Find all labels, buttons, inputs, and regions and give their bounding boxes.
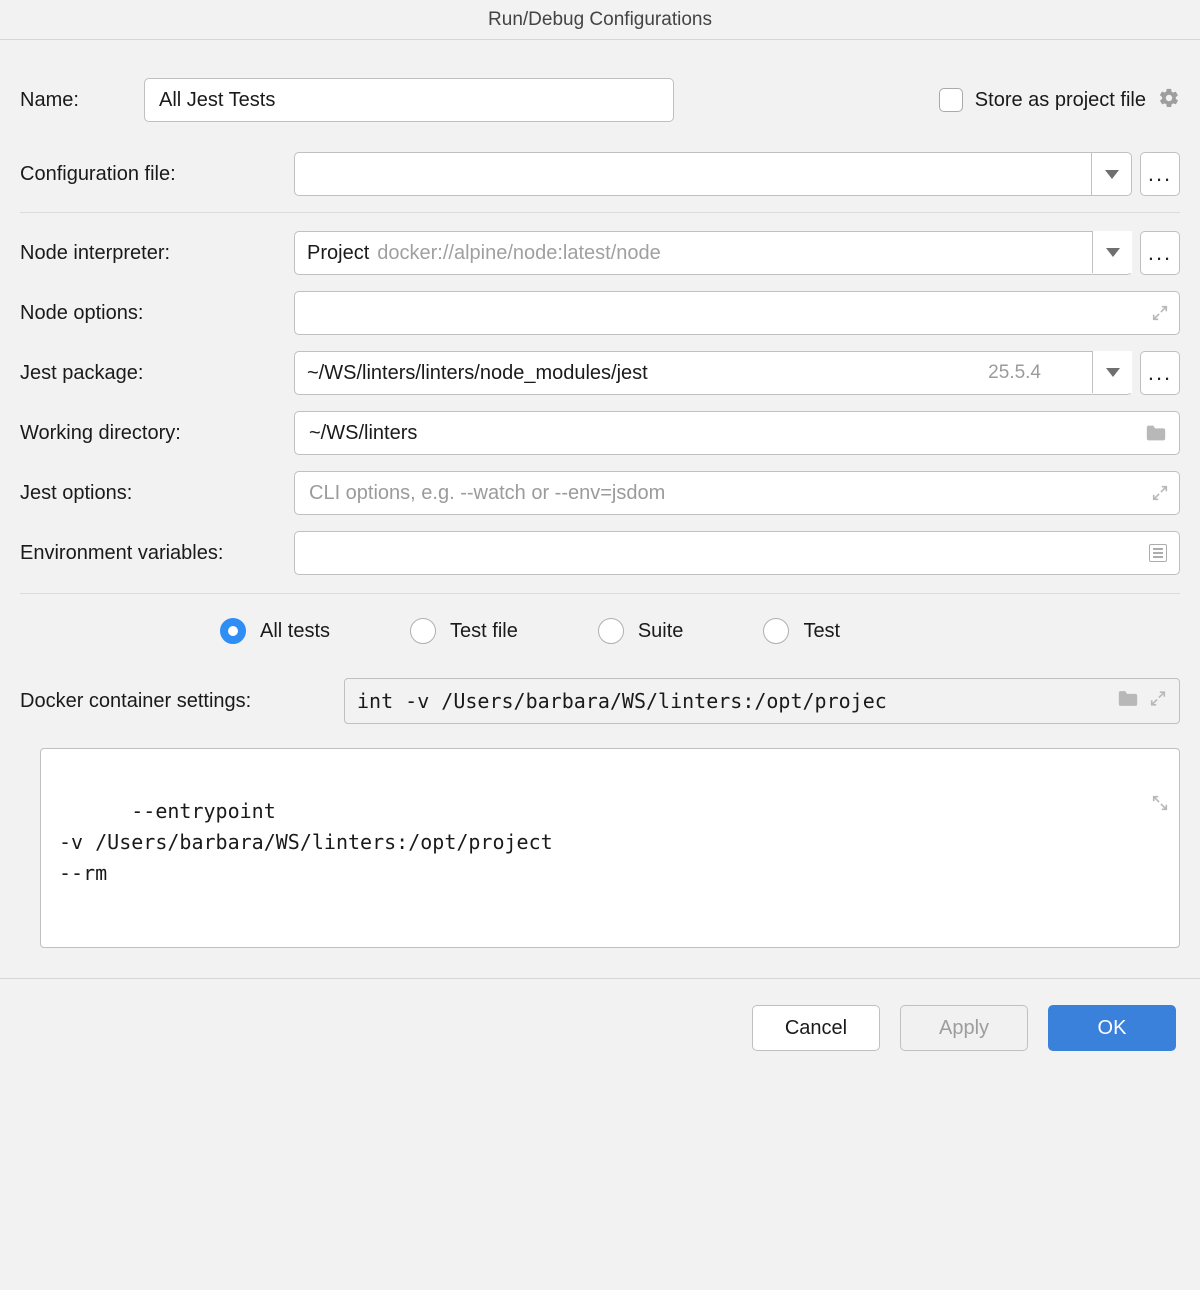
apply-button[interactable]: Apply	[900, 1005, 1028, 1051]
radio-dot-icon	[763, 618, 789, 644]
window-title: Run/Debug Configurations	[0, 0, 1200, 40]
radio-test-file[interactable]: Test file	[410, 618, 518, 644]
jest-package-browse-button[interactable]: ...	[1140, 351, 1180, 395]
store-as-project-file-checkbox[interactable]	[939, 88, 963, 112]
radio-dot-icon	[410, 618, 436, 644]
config-file-input[interactable]	[307, 162, 1083, 187]
run-debug-config-window: Run/Debug Configurations Name: Store as …	[0, 0, 1200, 1077]
ok-button[interactable]: OK	[1048, 1005, 1176, 1051]
jest-options-input-wrapper	[294, 471, 1180, 515]
dialog-footer: Cancel Apply OK	[0, 978, 1200, 1077]
jest-package-select[interactable]: ~/WS/linters/linters/node_modules/jest 2…	[294, 351, 1132, 395]
config-file-browse-button[interactable]: ...	[1140, 152, 1180, 196]
jest-options-input[interactable]	[307, 472, 1167, 514]
config-file-label: Configuration file:	[20, 163, 280, 186]
node-options-input[interactable]	[307, 292, 1167, 334]
jest-options-label: Jest options:	[20, 482, 280, 505]
docker-settings-label: Docker container settings:	[20, 690, 330, 713]
radio-test-label: Test	[803, 620, 840, 643]
radio-dot-icon	[598, 618, 624, 644]
jest-package-label: Jest package:	[20, 362, 280, 385]
node-options-input-wrapper	[294, 291, 1180, 335]
folder-icon[interactable]	[1117, 689, 1139, 714]
docker-settings-row: Docker container settings: int -v /Users…	[20, 678, 1180, 724]
collapse-icon[interactable]	[1055, 759, 1169, 852]
jest-package-version: 25.5.4	[988, 362, 1085, 384]
folder-icon[interactable]	[1145, 423, 1167, 443]
radio-test-file-label: Test file	[450, 620, 518, 643]
docker-settings-field[interactable]: int -v /Users/barbara/WS/linters:/opt/pr…	[344, 678, 1180, 724]
docker-settings-value: int -v /Users/barbara/WS/linters:/opt/pr…	[357, 689, 887, 713]
separator	[20, 212, 1180, 213]
name-label: Name:	[20, 89, 130, 112]
config-file-row: Configuration file: ...	[20, 152, 1180, 196]
node-interpreter-browse-button[interactable]: ...	[1140, 231, 1180, 275]
list-edit-icon[interactable]	[1141, 544, 1167, 562]
store-as-project-file-label: Store as project file	[975, 89, 1146, 112]
name-input[interactable]	[157, 79, 661, 121]
node-interpreter-row: Node interpreter: Project docker://alpin…	[20, 231, 1180, 275]
radio-suite[interactable]: Suite	[598, 618, 684, 644]
node-interpreter-prefix: Project	[307, 242, 369, 265]
working-dir-label: Working directory:	[20, 422, 280, 445]
cancel-button[interactable]: Cancel	[752, 1005, 880, 1051]
node-options-row: Node options:	[20, 291, 1180, 335]
working-dir-input[interactable]	[307, 412, 1167, 454]
node-interpreter-label: Node interpreter:	[20, 242, 280, 265]
working-dir-row: Working directory:	[20, 411, 1180, 455]
node-interpreter-path: docker://alpine/node:latest/node	[377, 242, 661, 265]
separator	[20, 593, 1180, 594]
jest-package-path: ~/WS/linters/linters/node_modules/jest	[307, 362, 648, 385]
env-vars-row: Environment variables:	[20, 531, 1180, 575]
env-vars-label: Environment variables:	[20, 542, 280, 565]
jest-options-row: Jest options:	[20, 471, 1180, 515]
chevron-down-icon[interactable]	[1092, 152, 1132, 196]
chevron-down-icon[interactable]	[1092, 231, 1132, 273]
config-file-combobox[interactable]	[294, 152, 1132, 196]
env-vars-input[interactable]	[307, 532, 1167, 574]
name-row: Name: Store as project file	[20, 78, 1180, 122]
radio-suite-label: Suite	[638, 620, 684, 643]
env-vars-input-wrapper	[294, 531, 1180, 575]
docker-settings-expanded[interactable]: --entrypoint -v /Users/barbara/WS/linter…	[40, 748, 1180, 948]
jest-package-row: Jest package: ~/WS/linters/linters/node_…	[20, 351, 1180, 395]
name-input-wrapper	[144, 78, 674, 122]
radio-all-tests-label: All tests	[260, 620, 330, 643]
node-interpreter-select[interactable]: Project docker://alpine/node:latest/node	[294, 231, 1132, 275]
radio-all-tests[interactable]: All tests	[220, 618, 330, 644]
expand-icon[interactable]	[1149, 689, 1167, 714]
docker-settings-expanded-text: --entrypoint -v /Users/barbara/WS/linter…	[59, 799, 553, 885]
gear-icon[interactable]	[1158, 87, 1180, 113]
radio-dot-icon	[220, 618, 246, 644]
chevron-down-icon[interactable]	[1092, 351, 1132, 393]
node-options-label: Node options:	[20, 302, 280, 325]
working-dir-input-wrapper	[294, 411, 1180, 455]
radio-test[interactable]: Test	[763, 618, 840, 644]
test-scope-radios: All tests Test file Suite Test	[20, 618, 1180, 644]
